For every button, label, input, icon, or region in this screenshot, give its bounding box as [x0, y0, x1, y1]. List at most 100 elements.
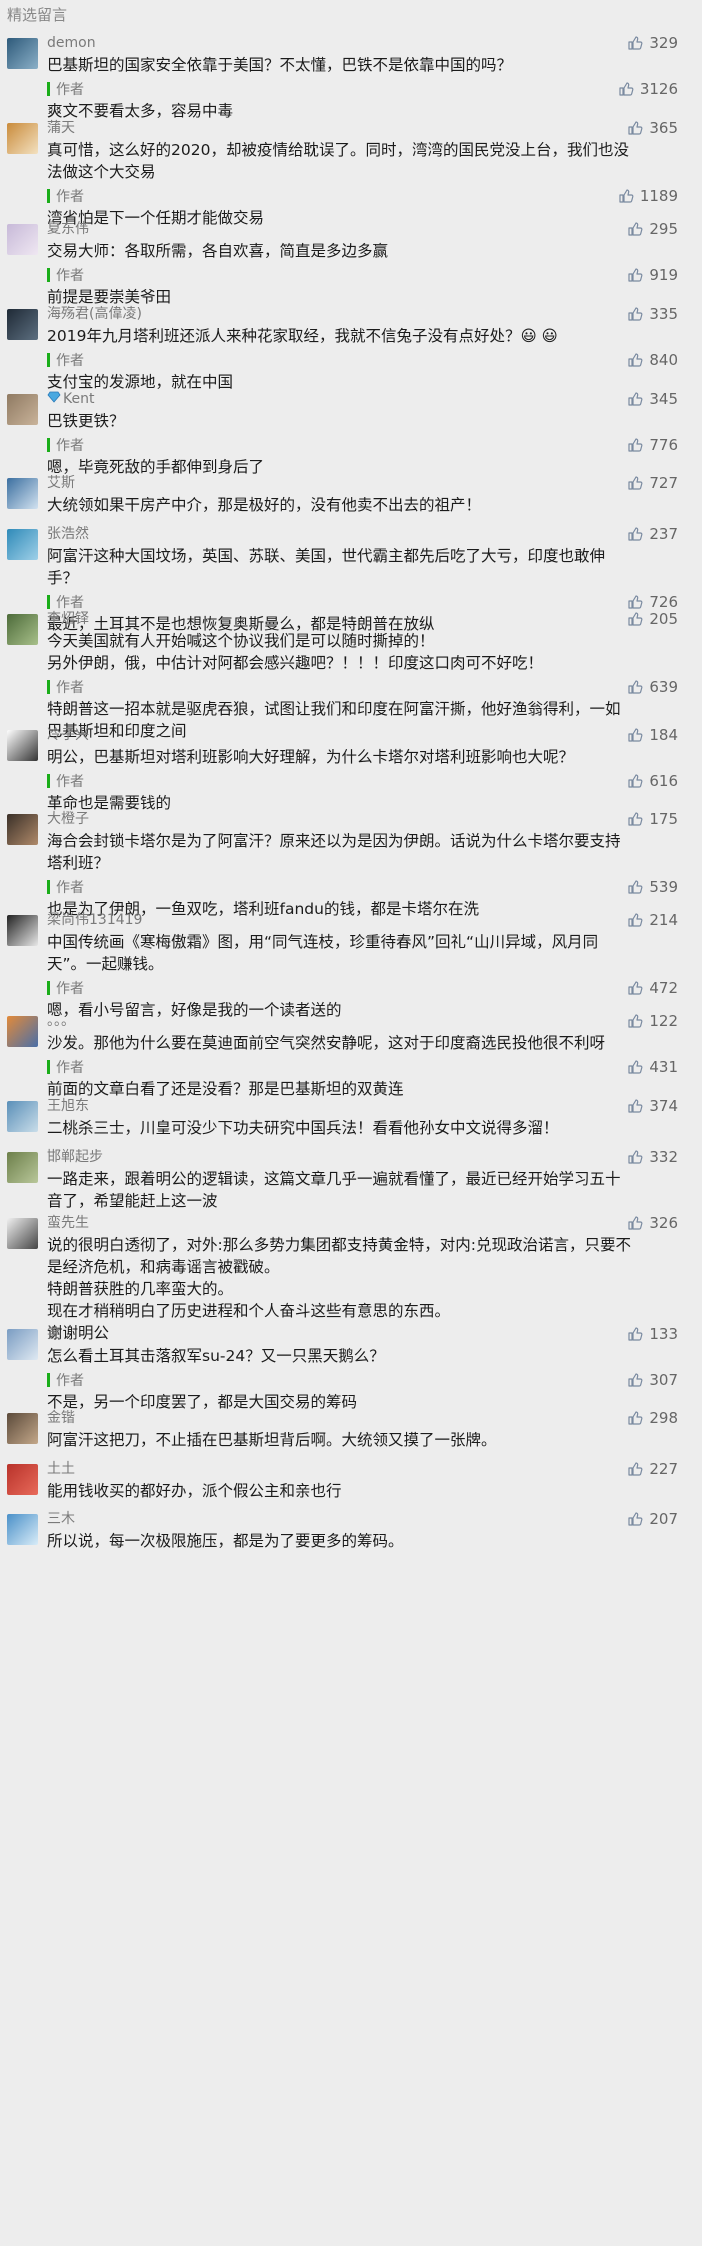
like-count: 122	[649, 1012, 678, 1030]
like-count: 133	[649, 1325, 678, 1343]
comment-item: 。。。 122 沙发。那他为什么要在莫迪面前空气突然安静呢，这对于印度裔选民投他很不…	[0, 1010, 702, 1100]
avatar[interactable]	[7, 1514, 38, 1545]
comment-item: 金锴 298 阿富汗这把刀，不止插在巴基斯坦背后啊。大统领又摸了一张牌。	[0, 1407, 702, 1451]
comment-item: Kent 345 巴铁更铁？ 作者 776 嗯，毕竟死敌的手都伸到身后了	[0, 388, 702, 478]
comment-text: 阿富汗这种大国坟场，英国、苏联、美国，世代霸主都先后吃了大亏，印度也敢伸手？	[47, 547, 606, 587]
comment-text: 今天美国就有人开始喊这个协议我们是可以随时撕掉的！ 另外伊朗，俄，中估计对阿都会…	[47, 632, 544, 672]
author-reply: 作者 431 前面的文章白看了还是没看？那是巴基斯坦的双黄连	[47, 1056, 690, 1100]
like-button[interactable]: 227	[627, 1458, 678, 1480]
like-button[interactable]: 237	[627, 523, 678, 545]
avatar[interactable]	[7, 915, 38, 946]
commenter-name[interactable]: 海殇君(高偉凌)	[47, 306, 142, 322]
comment-text: 2019年九月塔利班还派人来种花家取经，我就不信兔子没有点好处？😃 😃	[47, 327, 558, 345]
diamond-icon	[47, 388, 61, 410]
reply-like-button[interactable]: 776	[627, 434, 678, 456]
reply-like-count: 431	[649, 1058, 678, 1076]
like-count: 205	[649, 610, 678, 628]
commenter-name[interactable]: 蒲天	[47, 120, 75, 136]
commenter-name[interactable]: 三木	[47, 1511, 75, 1527]
reply-like-count: 840	[649, 351, 678, 369]
thumbs-up-icon	[627, 773, 649, 789]
commenter-name[interactable]: 蛮先生	[47, 1215, 89, 1231]
like-button[interactable]: 335	[627, 303, 678, 325]
reply-like-button[interactable]: 539	[627, 876, 678, 898]
comment-item: 邯郸起步 332 一路走来，跟着明公的逻辑读，这篇文章几乎一遍就看懂了，最近已经开始…	[0, 1146, 702, 1212]
avatar[interactable]	[7, 1464, 38, 1495]
avatar[interactable]	[7, 1413, 38, 1444]
thumbs-up-icon	[627, 475, 649, 491]
like-button[interactable]: 133	[627, 1323, 678, 1345]
like-button[interactable]: 205	[627, 608, 678, 630]
avatar[interactable]	[7, 730, 38, 761]
avatar[interactable]	[7, 394, 38, 425]
like-button[interactable]: 374	[627, 1095, 678, 1117]
commenter-name[interactable]: 王旭东	[47, 1098, 89, 1114]
comment-item: 冷子兴 184 明公，巴基斯坦对塔利班影响大好理解，为什么卡塔尔对塔利班影响也大呢？…	[0, 724, 702, 814]
reply-like-button[interactable]: 431	[627, 1056, 678, 1078]
like-button[interactable]: 727	[627, 472, 678, 494]
avatar[interactable]	[7, 814, 38, 845]
like-button[interactable]: 329	[627, 32, 678, 54]
avatar[interactable]	[7, 614, 38, 645]
avatar[interactable]	[7, 38, 38, 69]
reply-like-button[interactable]: 919	[627, 264, 678, 286]
commenter-name[interactable]: demon	[47, 35, 96, 51]
like-button[interactable]: 326	[627, 1212, 678, 1234]
reply-like-button[interactable]: 3126	[618, 78, 678, 100]
commenter-name[interactable]: 梁尚伟131419	[47, 912, 142, 928]
commenter-name[interactable]: 。。。	[47, 1013, 75, 1029]
avatar[interactable]	[7, 1152, 38, 1183]
commenter-name[interactable]: 艾斯	[47, 475, 75, 491]
thumbs-up-icon	[627, 1013, 649, 1029]
like-button[interactable]: 122	[627, 1010, 678, 1032]
comment-text: 所以说，每一次极限施压，都是为了要更多的筹码。	[47, 1532, 404, 1550]
thumbs-up-icon	[627, 35, 649, 51]
like-button[interactable]: 345	[627, 388, 678, 410]
reply-like-button[interactable]: 840	[627, 349, 678, 371]
avatar[interactable]	[7, 1016, 38, 1047]
like-button[interactable]: 175	[627, 808, 678, 830]
reply-like-button[interactable]: 307	[627, 1369, 678, 1391]
reply-like-count: 472	[649, 979, 678, 997]
avatar[interactable]	[7, 309, 38, 340]
reply-like-button[interactable]: 616	[627, 770, 678, 792]
like-button[interactable]: 184	[627, 724, 678, 746]
like-button[interactable]: 332	[627, 1146, 678, 1168]
reply-like-count: 616	[649, 772, 678, 790]
comment-text: 能用钱收买的都好办，派个假公主和亲也行	[47, 1482, 342, 1500]
author-indicator	[47, 595, 50, 609]
commenter-name[interactable]: 邯郸起步	[47, 1149, 103, 1165]
commenter-name[interactable]: 夏东伟	[47, 221, 89, 237]
reply-like-button[interactable]: 472	[627, 977, 678, 999]
commenter-name[interactable]: 大橙子	[47, 811, 89, 827]
comment-item: 海殇君(高偉凌) 335 2019年九月塔利班还派人来种花家取经，我就不信兔子没有点…	[0, 303, 702, 393]
thumbs-up-icon	[618, 188, 640, 204]
commenter-name[interactable]: Kent	[47, 391, 94, 407]
avatar[interactable]	[7, 1329, 38, 1360]
like-button[interactable]: 214	[627, 909, 678, 931]
commenter-name[interactable]: 冷子兴	[47, 727, 89, 743]
like-count: 727	[649, 474, 678, 492]
avatar[interactable]	[7, 529, 38, 560]
commenter-name[interactable]: 笑	[47, 1326, 61, 1342]
commenter-name[interactable]: 金锴	[47, 1410, 75, 1426]
commenter-name[interactable]: 李炤铎	[47, 611, 89, 627]
comment-text: 巴基斯坦的国家安全依靠于美国？不太懂，巴铁不是依靠中国的吗？	[47, 56, 513, 74]
reply-like-button[interactable]: 1189	[618, 185, 678, 207]
like-button[interactable]: 298	[627, 1407, 678, 1429]
author-indicator	[47, 774, 50, 788]
comment-item: 梁尚伟131419 214 中国传统画《寒梅傲霜》图，用“同气连枝，珍重待春风”回礼…	[0, 909, 702, 1021]
avatar[interactable]	[7, 224, 38, 255]
avatar[interactable]	[7, 1218, 38, 1249]
reply-like-button[interactable]: 639	[627, 676, 678, 698]
like-button[interactable]: 365	[627, 117, 678, 139]
like-button[interactable]: 207	[627, 1508, 678, 1530]
like-button[interactable]: 295	[627, 218, 678, 240]
thumbs-up-icon	[627, 306, 649, 322]
avatar[interactable]	[7, 1101, 38, 1132]
commenter-name[interactable]: 土土	[47, 1461, 75, 1477]
commenter-name[interactable]: 张浩然	[47, 526, 89, 542]
comment-item: demon 329 巴基斯坦的国家安全依靠于美国？不太懂，巴铁不是依靠中国的吗？ 作者…	[0, 32, 702, 122]
avatar[interactable]	[7, 123, 38, 154]
avatar[interactable]	[7, 478, 38, 509]
